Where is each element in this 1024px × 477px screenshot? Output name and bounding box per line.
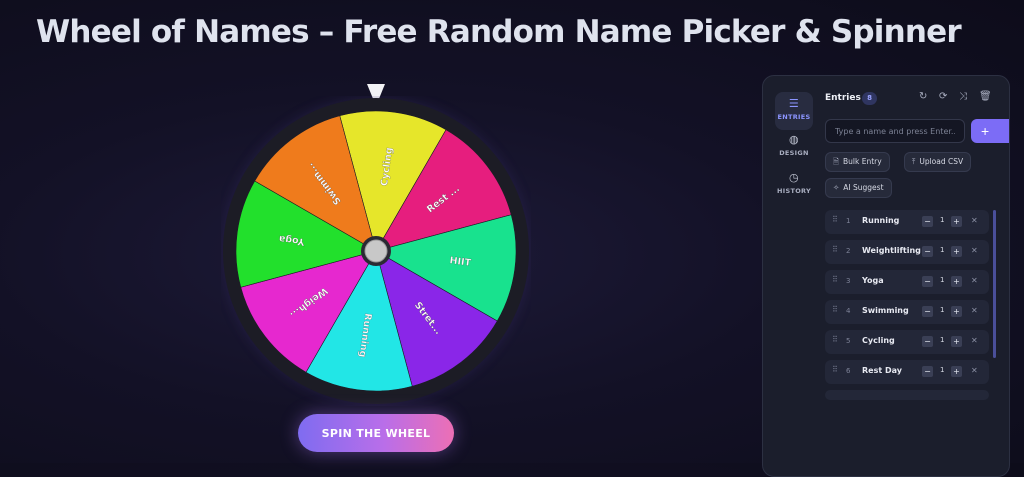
remove-icon[interactable]: ✕ — [971, 336, 978, 345]
decrease-button[interactable]: − — [922, 336, 933, 347]
increase-button[interactable]: + — [951, 276, 962, 287]
entries-panel: ☰ ENTRIES ◍ DESIGN ◷ HISTORY Entries 8 ↻… — [762, 75, 1010, 477]
drag-handle-icon[interactable]: ⠿ — [832, 215, 838, 224]
increase-button[interactable]: + — [951, 246, 962, 257]
remove-icon[interactable]: ✕ — [971, 246, 978, 255]
trash-icon[interactable]: 🗑 — [979, 91, 992, 102]
spin-the-wheel-button[interactable]: SPIN THE WHEEL — [298, 414, 454, 452]
list-item[interactable]: ⠿ 2 Weightlifting − 1 + ✕ — [825, 240, 989, 264]
drag-handle-icon[interactable]: ⠿ — [832, 365, 838, 374]
drag-handle-icon[interactable]: ⠿ — [832, 305, 838, 314]
decrease-button[interactable]: − — [922, 246, 933, 257]
sidebar-item-design[interactable]: ◍ DESIGN — [775, 133, 813, 158]
entry-name: Cycling — [862, 336, 895, 345]
bulk-entry-button[interactable]: 🗎 Bulk Entry — [825, 152, 890, 172]
name-wheel[interactable]: Cycling Rest ... HIIT Stret... Running Weigh.… — [221, 96, 531, 406]
entry-quantity: 1 — [940, 366, 945, 374]
entry-name: Yoga — [862, 276, 884, 285]
entry-index: 2 — [846, 247, 851, 255]
increase-button[interactable]: + — [951, 366, 962, 377]
sparkle-icon: ✧ — [833, 183, 840, 192]
remove-icon[interactable]: ✕ — [971, 306, 978, 315]
entry-name: Swimming — [862, 306, 909, 315]
list-item[interactable]: ⠿ 1 Running − 1 + ✕ — [825, 210, 989, 234]
refresh-icon[interactable]: ⟳ — [939, 91, 947, 102]
document-icon: 🗎 — [833, 157, 840, 166]
list-item[interactable]: ⠿ 5 Cycling − 1 + ✕ — [825, 330, 989, 354]
ai-suggest-label: AI Suggest — [843, 183, 884, 192]
sidebar-item-label: ENTRIES — [777, 113, 811, 121]
sidebar-item-label: HISTORY — [777, 187, 811, 195]
list-icon: ☰ — [788, 97, 800, 110]
name-input[interactable] — [825, 119, 965, 143]
entry-name: Running — [862, 216, 900, 225]
wheel-graphic[interactable]: CyclingRest ...HIITStret...RunningWeigh.… — [221, 96, 531, 406]
list-item[interactable]: ⠿ 4 Swimming − 1 + ✕ — [825, 300, 989, 324]
entry-index: 5 — [846, 337, 851, 345]
increase-button[interactable]: + — [951, 216, 962, 227]
ai-suggest-button[interactable]: ✧ AI Suggest — [825, 178, 892, 198]
clock-icon: ◷ — [789, 171, 799, 184]
sidebar-item-label: DESIGN — [779, 149, 809, 157]
decrease-button[interactable]: − — [922, 306, 933, 317]
remove-icon[interactable]: ✕ — [971, 366, 978, 375]
decrease-button[interactable]: − — [922, 366, 933, 377]
entry-index: 3 — [846, 277, 851, 285]
drag-handle-icon[interactable]: ⠿ — [832, 245, 838, 254]
upload-csv-label: Upload CSV — [919, 157, 964, 166]
drag-handle-icon[interactable]: ⠿ — [832, 275, 838, 284]
drag-handle-icon[interactable]: ⠿ — [832, 335, 838, 344]
panel-sidenav: ☰ ENTRIES ◍ DESIGN ◷ HISTORY — [763, 76, 819, 476]
remove-icon[interactable]: ✕ — [971, 216, 978, 225]
remove-icon[interactable]: ✕ — [971, 276, 978, 285]
entry-name: Weightlifting — [862, 246, 921, 255]
entry-index: 6 — [846, 367, 851, 375]
shuffle-icon[interactable]: ⤨ — [959, 91, 967, 102]
entries-title: Entries — [825, 93, 861, 103]
entries-scrollbar[interactable] — [993, 210, 996, 358]
upload-csv-button[interactable]: ⤒ Upload CSV — [904, 152, 972, 172]
upload-icon: ⤒ — [912, 157, 916, 166]
decrease-button[interactable]: − — [922, 276, 933, 287]
increase-button[interactable]: + — [951, 336, 962, 347]
entry-quantity: 1 — [940, 276, 945, 284]
bulk-entry-label: Bulk Entry — [843, 157, 882, 166]
entry-quantity: 1 — [940, 216, 945, 224]
sidebar-item-history[interactable]: ◷ HISTORY — [775, 171, 813, 196]
entry-quantity: 1 — [940, 336, 945, 344]
page-title: Wheel of Names – Free Random Name Picker… — [36, 14, 962, 50]
entry-index: 1 — [846, 217, 851, 225]
palette-icon: ◍ — [789, 133, 799, 146]
add-entry-button[interactable]: + — [971, 119, 1009, 143]
entry-quantity: 1 — [940, 246, 945, 254]
entry-index: 4 — [846, 307, 851, 315]
entry-name: Rest Day — [862, 366, 902, 375]
reset-icon[interactable]: ↻ — [919, 91, 927, 102]
list-item[interactable] — [825, 390, 989, 400]
increase-button[interactable]: + — [951, 306, 962, 317]
wheel-hub[interactable] — [364, 239, 388, 263]
sidebar-item-entries[interactable]: ☰ ENTRIES — [775, 92, 813, 130]
list-item[interactable]: ⠿ 3 Yoga − 1 + ✕ — [825, 270, 989, 294]
entry-quantity: 1 — [940, 306, 945, 314]
list-item[interactable]: ⠿ 6 Rest Day − 1 + ✕ — [825, 360, 989, 384]
decrease-button[interactable]: − — [922, 216, 933, 227]
entries-count-badge: 8 — [862, 92, 877, 105]
